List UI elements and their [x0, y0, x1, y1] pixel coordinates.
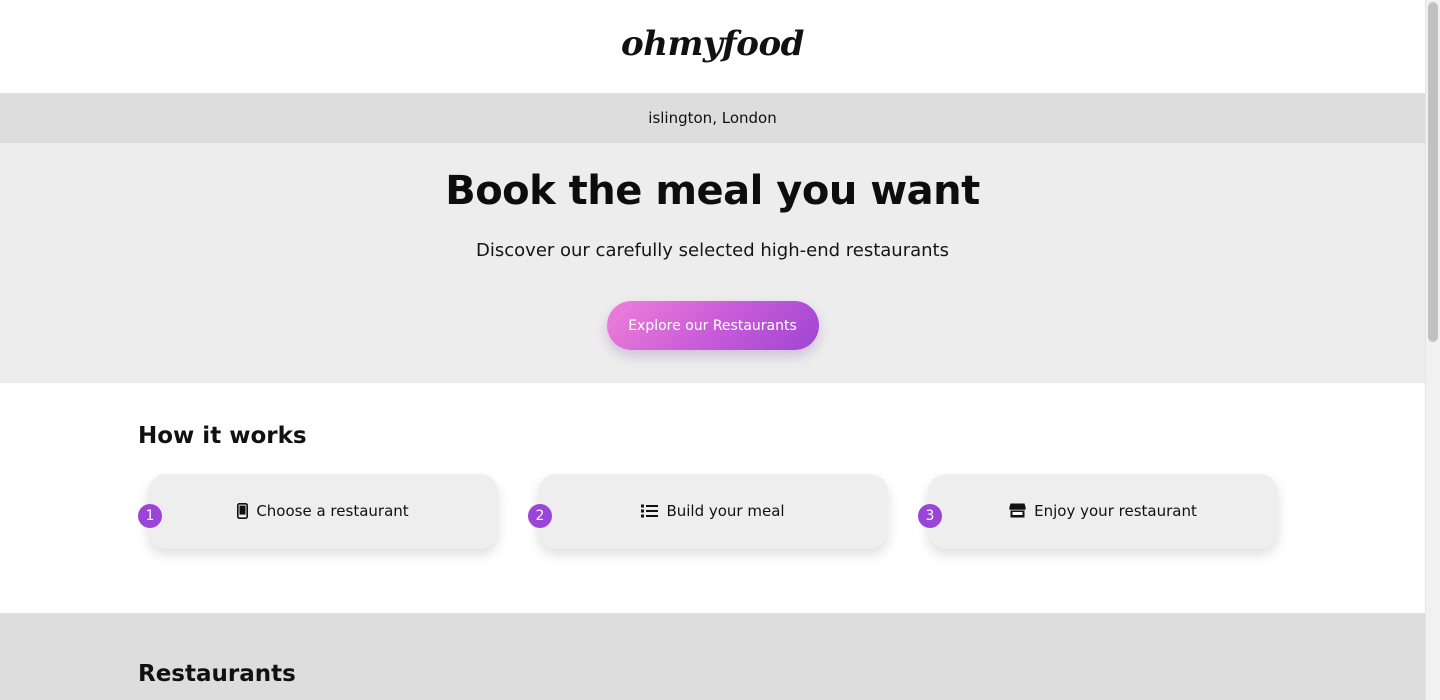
scrollbar-thumb[interactable]	[1428, 2, 1438, 342]
steps-list: 1 Choose a restaurant 2 Build your meal …	[138, 474, 1425, 549]
step-label: Enjoy your restaurant	[1034, 501, 1197, 520]
step-3: 3 Enjoy your restaurant	[918, 474, 1278, 549]
step-card-enjoy-restaurant[interactable]: Enjoy your restaurant	[928, 474, 1278, 549]
list-icon	[641, 504, 659, 518]
vertical-scrollbar[interactable]	[1425, 0, 1440, 700]
page: ohmyfood islington, London Book the meal…	[0, 0, 1425, 700]
step-card-build-meal[interactable]: Build your meal	[538, 474, 888, 549]
hero-section: Book the meal you want Discover our care…	[0, 143, 1425, 383]
step-number: 2	[528, 504, 552, 528]
step-label: Build your meal	[666, 501, 785, 520]
step-card-choose-restaurant[interactable]: Choose a restaurant	[148, 474, 498, 549]
site-header: ohmyfood	[0, 0, 1425, 93]
how-it-works-title: How it works	[138, 423, 307, 449]
restaurants-section: Restaurants	[0, 613, 1425, 700]
hero-title: Book the meal you want	[445, 168, 980, 214]
step-label: Choose a restaurant	[256, 501, 409, 520]
mobile-phone-icon	[237, 502, 249, 519]
step-1: 1 Choose a restaurant	[138, 474, 498, 549]
step-2: 2 Build your meal	[528, 474, 888, 549]
how-it-works-section: How it works 1 Choose a restaurant 2 Bui…	[0, 383, 1425, 613]
step-number: 1	[138, 504, 162, 528]
location-bar: islington, London	[0, 93, 1425, 143]
restaurants-title: Restaurants	[138, 661, 296, 687]
step-number: 3	[918, 504, 942, 528]
hero-subtitle: Discover our carefully selected high-end…	[476, 240, 949, 261]
logo[interactable]: ohmyfood	[621, 24, 804, 64]
explore-restaurants-button[interactable]: Explore our Restaurants	[606, 301, 819, 350]
location-text: islington, London	[648, 109, 777, 127]
store-icon	[1009, 503, 1026, 518]
